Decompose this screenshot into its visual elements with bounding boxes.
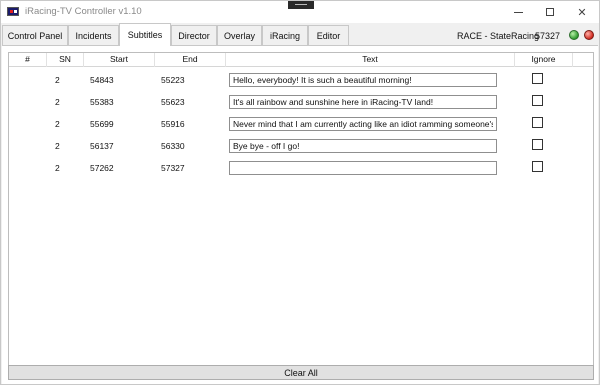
subtitle-text-input[interactable] xyxy=(229,161,497,175)
tab-label: Director xyxy=(178,30,210,41)
tab-control-panel[interactable]: Control Panel xyxy=(2,25,68,45)
start-cell: 55383 xyxy=(90,97,114,107)
maximize-button[interactable] xyxy=(535,1,565,23)
maximize-icon xyxy=(546,8,554,16)
ignore-checkbox[interactable] xyxy=(532,73,543,84)
column-header-text[interactable]: Text xyxy=(226,53,515,67)
minimize-button[interactable] xyxy=(503,1,533,23)
column-header-end[interactable]: End xyxy=(155,53,226,67)
tab-overlay[interactable]: Overlay xyxy=(217,25,262,45)
red-status-light-icon xyxy=(584,30,594,40)
sn-cell: 2 xyxy=(55,141,60,151)
tab-iracing[interactable]: iRacing xyxy=(262,25,308,45)
ignore-checkbox[interactable] xyxy=(532,117,543,128)
close-button[interactable]: ✕ xyxy=(567,1,597,23)
table-row[interactable]: 2 57262 57327 xyxy=(9,158,593,180)
subtitles-panel: # SN Start End Text Ignore 2 54843 55223… xyxy=(2,45,598,384)
end-cell: 55916 xyxy=(161,119,185,129)
table-row[interactable]: 2 54843 55223 xyxy=(9,70,593,92)
subtitles-grid: # SN Start End Text Ignore 2 54843 55223… xyxy=(8,52,594,367)
close-icon: ✕ xyxy=(577,5,587,19)
sn-cell: 2 xyxy=(55,163,60,173)
subtitle-text-input[interactable] xyxy=(229,95,497,109)
subtitle-text-input[interactable] xyxy=(229,139,497,153)
tab-strip: Control Panel Incidents Subtitles Direct… xyxy=(1,23,599,46)
end-cell: 56330 xyxy=(161,141,185,151)
column-header-sn[interactable]: SN xyxy=(47,53,84,67)
tab-incidents[interactable]: Incidents xyxy=(68,25,119,45)
tab-subtitles[interactable]: Subtitles xyxy=(119,23,171,46)
column-header-start[interactable]: Start xyxy=(84,53,155,67)
end-cell: 55223 xyxy=(161,75,185,85)
clear-all-button[interactable]: Clear All xyxy=(8,365,594,380)
end-cell: 57327 xyxy=(161,163,185,173)
tab-label: iRacing xyxy=(269,30,300,41)
app-window: iRacing-TV Controller v1.10 ✕ Control Pa… xyxy=(0,0,600,385)
ignore-checkbox[interactable] xyxy=(532,139,543,150)
tab-director[interactable]: Director xyxy=(171,25,217,45)
green-status-light-icon xyxy=(569,30,579,40)
tab-label: Editor xyxy=(316,30,341,41)
tab-label: Incidents xyxy=(75,30,112,41)
start-cell: 57262 xyxy=(90,163,114,173)
tab-editor[interactable]: Editor xyxy=(308,25,349,45)
column-header-number[interactable]: # xyxy=(9,53,47,67)
subtitle-text-input[interactable] xyxy=(229,117,497,131)
sn-cell: 2 xyxy=(55,97,60,107)
minimize-icon xyxy=(513,11,523,13)
tab-label: Subtitles xyxy=(127,30,163,40)
app-logo-icon xyxy=(7,7,19,16)
tab-label: Control Panel xyxy=(7,30,63,41)
start-cell: 54843 xyxy=(90,75,114,85)
sn-cell: 2 xyxy=(55,119,60,129)
snap-layout-handle[interactable] xyxy=(288,1,314,9)
grid-header: # SN Start End Text Ignore xyxy=(9,53,593,67)
window-title: iRacing-TV Controller v1.10 xyxy=(25,6,142,17)
start-cell: 56137 xyxy=(90,141,114,151)
session-time-text: 57327 xyxy=(535,31,561,41)
tab-label: Overlay xyxy=(223,30,255,41)
start-cell: 55699 xyxy=(90,119,114,129)
ignore-checkbox[interactable] xyxy=(532,161,543,172)
sn-cell: 2 xyxy=(55,75,60,85)
title-bar[interactable]: iRacing-TV Controller v1.10 ✕ xyxy=(1,1,599,23)
table-row[interactable]: 2 55699 55916 xyxy=(9,114,593,136)
table-row[interactable]: 2 55383 55623 xyxy=(9,92,593,114)
end-cell: 55623 xyxy=(161,97,185,107)
subtitle-text-input[interactable] xyxy=(229,73,497,87)
ignore-checkbox[interactable] xyxy=(532,95,543,106)
race-state-text: RACE - StateRacing xyxy=(457,31,540,41)
table-row[interactable]: 2 56137 56330 xyxy=(9,136,593,158)
column-header-ignore[interactable]: Ignore xyxy=(515,53,573,67)
